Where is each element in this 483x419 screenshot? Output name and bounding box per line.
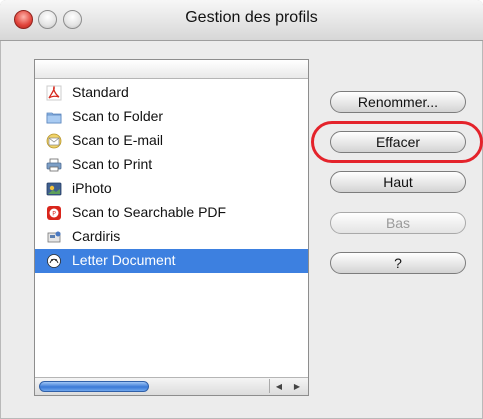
searchable-pdf-icon: P (47, 206, 61, 220)
move-down-button[interactable]: Bas (330, 212, 466, 234)
envelope-icon (46, 133, 62, 149)
horizontal-scrollbar[interactable]: ◀ ▶ (35, 377, 308, 395)
scrollbar-thumb[interactable] (39, 381, 149, 392)
scroll-right-arrow-icon[interactable]: ▶ (288, 379, 306, 393)
list-item-label: Letter Document (72, 252, 176, 268)
list-item-label: Scan to Print (72, 156, 153, 172)
list-item[interactable]: Scan to Folder (35, 105, 308, 129)
list-item-label: Cardiris (72, 228, 121, 244)
list-item-label: Scan to E-mail (72, 132, 164, 148)
letter-document-icon (47, 254, 61, 268)
move-up-button[interactable]: Haut (330, 171, 466, 193)
title-bar[interactable]: Gestion des profils (0, 0, 483, 41)
iphoto-icon (46, 182, 62, 196)
list-item-label: Scan to Searchable PDF (72, 204, 227, 220)
list-item[interactable]: Cardiris (35, 225, 308, 249)
folder-icon (46, 112, 62, 124)
list-item[interactable]: Scan to Print (35, 153, 308, 177)
pdf-acrobat-icon (46, 85, 62, 101)
list-item[interactable]: Standard (35, 81, 308, 105)
list-item[interactable]: P Scan to Searchable PDF (35, 201, 308, 225)
help-button[interactable]: ? (330, 252, 466, 274)
profile-list[interactable]: Standard Scan to Folder Scan to E-mail S… (34, 59, 309, 396)
rename-button[interactable]: Renommer... (330, 91, 466, 113)
cardiris-icon (47, 231, 61, 243)
list-item-selected[interactable]: Letter Document (35, 249, 308, 273)
list-item[interactable]: Scan to E-mail (35, 129, 308, 153)
list-item-label: Scan to Folder (72, 108, 164, 124)
list-item[interactable]: iPhoto (35, 177, 308, 201)
scroll-left-arrow-icon[interactable]: ◀ (270, 379, 288, 393)
svg-text:P: P (52, 211, 56, 218)
profile-manager-window: Gestion des profils Standard Scan to Fol… (0, 0, 483, 419)
delete-button[interactable]: Effacer (330, 131, 466, 153)
window-title: Gestion des profils (185, 9, 318, 26)
list-item-label: iPhoto (72, 180, 112, 196)
list-item-label: Standard (72, 84, 129, 100)
scroll-arrows: ◀ ▶ (269, 379, 306, 393)
list-column-header[interactable] (35, 60, 308, 79)
printer-icon (46, 158, 62, 172)
